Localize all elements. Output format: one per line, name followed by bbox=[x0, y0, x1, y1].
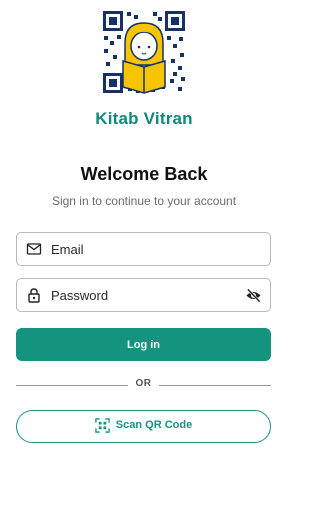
page-subtitle: Sign in to continue to your account bbox=[51, 194, 237, 208]
eye-off-icon[interactable] bbox=[245, 287, 262, 304]
login-button[interactable]: Log in bbox=[16, 328, 271, 361]
password-field[interactable] bbox=[16, 278, 271, 312]
divider-line-right bbox=[159, 385, 271, 386]
page-title: Welcome Back bbox=[80, 164, 208, 184]
login-screen: Kitab Vitran Welcome Back Sign in to con… bbox=[0, 0, 288, 512]
or-divider: OR bbox=[16, 378, 271, 392]
email-field[interactable] bbox=[16, 232, 271, 266]
mail-icon bbox=[26, 243, 42, 255]
password-input[interactable] bbox=[51, 279, 241, 311]
lock-icon bbox=[28, 288, 40, 303]
app-name: Kitab Vitran bbox=[95, 109, 193, 128]
qr-scan-icon bbox=[95, 417, 110, 433]
app-logo bbox=[101, 9, 187, 95]
divider-label: OR bbox=[135, 378, 152, 389]
scan-qr-button-content: Scan QR Code bbox=[95, 417, 193, 433]
email-input[interactable] bbox=[51, 233, 241, 265]
scan-qr-label: Scan QR Code bbox=[115, 419, 193, 431]
scan-qr-button[interactable]: Scan QR Code bbox=[16, 410, 271, 443]
